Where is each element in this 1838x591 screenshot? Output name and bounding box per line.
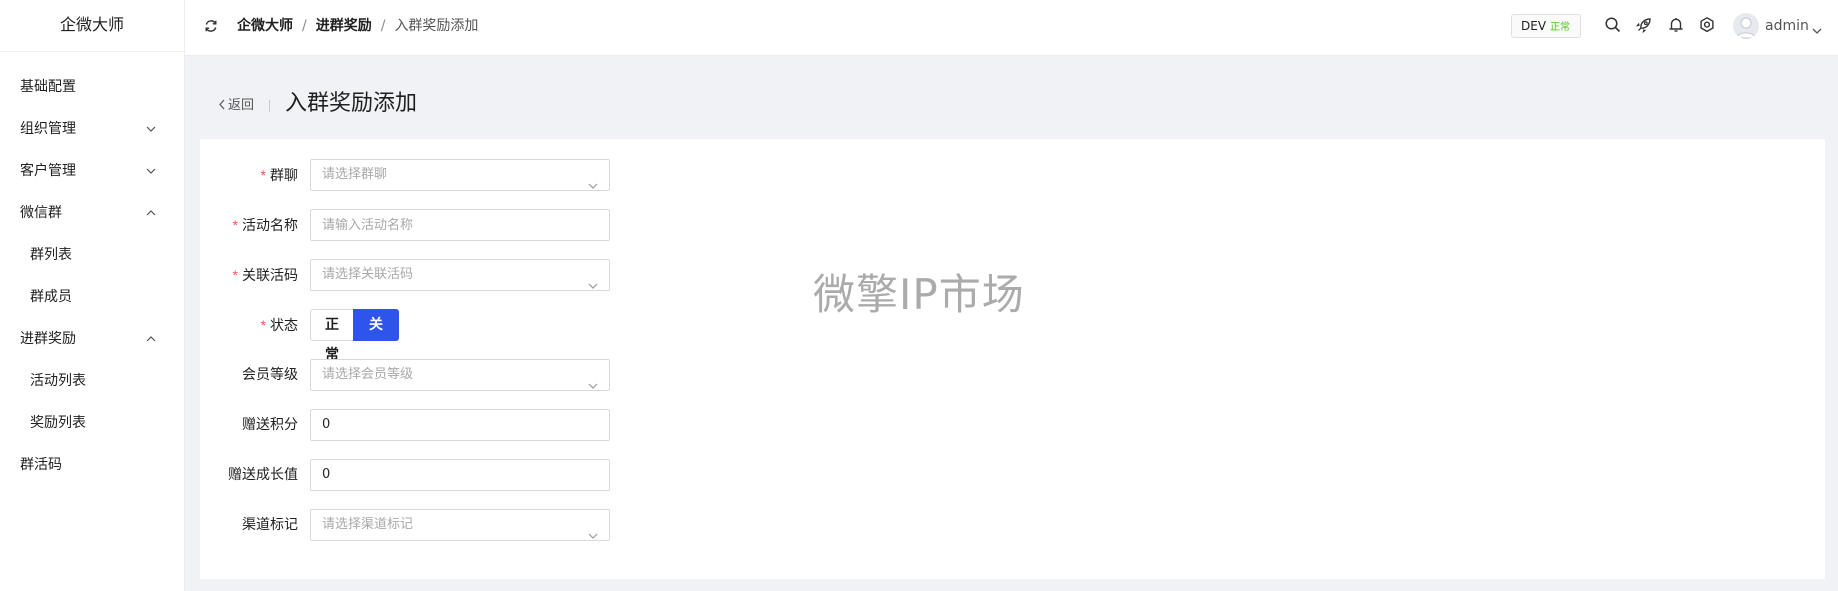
group-chat-select[interactable]: 请选择群聊 xyxy=(310,159,610,191)
channel-tag-select[interactable]: 请选择渠道标记 xyxy=(310,509,610,541)
page-title: 入群奖励添加 xyxy=(285,91,418,116)
status-option-normal[interactable]: 正常 xyxy=(310,309,353,363)
breadcrumb-item-join-reward[interactable]: 进群奖励 xyxy=(316,18,372,34)
avatar[interactable] xyxy=(1733,13,1759,39)
sidebar-item-join-reward[interactable]: 进群奖励 xyxy=(0,318,184,360)
linked-code-select[interactable]: 请选择关联活码 xyxy=(310,259,610,291)
required-mark: * xyxy=(232,217,238,233)
chevron-down-icon xyxy=(146,167,156,175)
select-placeholder: 请选择群聊 xyxy=(322,167,388,182)
top-header: 企微大师 / 进群奖励 / 入群奖励添加 DEV 正常 admin xyxy=(185,0,1838,56)
form-label: 渠道标记 xyxy=(242,517,298,533)
user-name[interactable]: admin xyxy=(1765,17,1809,35)
status-toggle: 正常 关闭 xyxy=(310,309,399,363)
env-badge: DEV 正常 xyxy=(1511,14,1581,38)
sidebar-item-label: 组织管理 xyxy=(20,121,76,137)
sidebar: 企微大师 基础配置 组织管理 客户管理 微信群 群列表 群成员 进群奖励 活动列… xyxy=(0,0,185,591)
breadcrumb: 企微大师 / 进群奖励 / 入群奖励添加 xyxy=(237,17,478,35)
sidebar-item-wechat-group[interactable]: 微信群 xyxy=(0,192,184,234)
sidebar-item-customer-management[interactable]: 客户管理 xyxy=(0,150,184,192)
required-mark: * xyxy=(260,317,266,333)
chevron-up-icon xyxy=(146,335,156,343)
breadcrumb-separator: / xyxy=(380,18,386,34)
app-logo[interactable]: 企微大师 xyxy=(0,0,184,52)
env-status: 正常 xyxy=(1550,22,1571,33)
sidebar-item-label: 客户管理 xyxy=(20,163,76,179)
chevron-up-icon xyxy=(146,209,156,217)
back-label: 返回 xyxy=(228,98,255,113)
sidebar-item-group-members[interactable]: 群成员 xyxy=(0,276,184,318)
breadcrumb-separator: / xyxy=(302,18,307,34)
status-option-closed[interactable]: 关闭 xyxy=(353,309,399,363)
required-mark: * xyxy=(232,267,238,283)
form-label: 会员等级 xyxy=(242,367,298,383)
sidebar-item-label: 微信群 xyxy=(20,205,62,221)
member-level-select[interactable]: 请选择会员等级 xyxy=(310,359,610,391)
sidebar-item-label: 进群奖励 xyxy=(20,331,76,347)
divider xyxy=(269,100,270,112)
bell-icon[interactable] xyxy=(1667,16,1685,34)
chevron-down-icon xyxy=(588,372,598,389)
form-label: * 状态 xyxy=(260,317,298,334)
growth-value-input[interactable]: 0 xyxy=(310,459,610,491)
select-placeholder: 请选择渠道标记 xyxy=(322,517,414,532)
form-label: * 群聊 xyxy=(260,167,298,184)
required-mark: * xyxy=(260,167,266,183)
breadcrumb-item-home[interactable]: 企微大师 xyxy=(237,18,293,34)
page-header: 返回 入群奖励添加 xyxy=(185,56,1838,139)
chevron-down-icon[interactable] xyxy=(1812,21,1822,34)
chevron-down-icon xyxy=(146,125,156,133)
chevron-down-icon xyxy=(588,272,598,289)
chevron-left-icon xyxy=(219,99,225,110)
sidebar-menu: 基础配置 组织管理 客户管理 微信群 群列表 群成员 进群奖励 活动列表 奖励列… xyxy=(0,52,184,486)
refresh-icon[interactable] xyxy=(203,18,219,34)
env-name: DEV xyxy=(1521,19,1547,33)
bonus-points-input[interactable]: 0 xyxy=(310,409,610,441)
chevron-down-icon xyxy=(588,522,598,539)
back-button[interactable]: 返回 xyxy=(218,98,254,114)
sidebar-item-reward-list[interactable]: 奖励列表 xyxy=(0,402,184,444)
form-label: 赠送成长值 xyxy=(228,467,298,483)
select-placeholder: 请选择会员等级 xyxy=(322,367,414,382)
watermark: 微擎IP市场 xyxy=(813,270,1025,319)
search-icon[interactable] xyxy=(1604,16,1622,34)
sidebar-item-basic-config[interactable]: 基础配置 xyxy=(0,66,184,108)
sidebar-item-group-live-code[interactable]: 群活码 xyxy=(0,444,184,486)
form-card: *群聊 请选择群聊 *活动名称 *关联活码 请选择关联活码 *状态 正常 关闭 … xyxy=(200,139,1825,579)
gear-icon[interactable] xyxy=(1698,16,1716,34)
rocket-icon[interactable] xyxy=(1635,16,1653,34)
select-placeholder: 请选择关联活码 xyxy=(322,267,414,282)
chevron-down-icon xyxy=(588,172,598,189)
form-label: * 活动名称 xyxy=(232,217,298,234)
activity-name-input[interactable] xyxy=(310,209,610,241)
sidebar-item-org-management[interactable]: 组织管理 xyxy=(0,108,184,150)
form-label: 赠送积分 xyxy=(242,417,298,433)
sidebar-item-activity-list[interactable]: 活动列表 xyxy=(0,360,184,402)
sidebar-item-group-list[interactable]: 群列表 xyxy=(0,234,184,276)
breadcrumb-item-current: 入群奖励添加 xyxy=(394,18,479,34)
form-label: * 关联活码 xyxy=(232,267,298,284)
